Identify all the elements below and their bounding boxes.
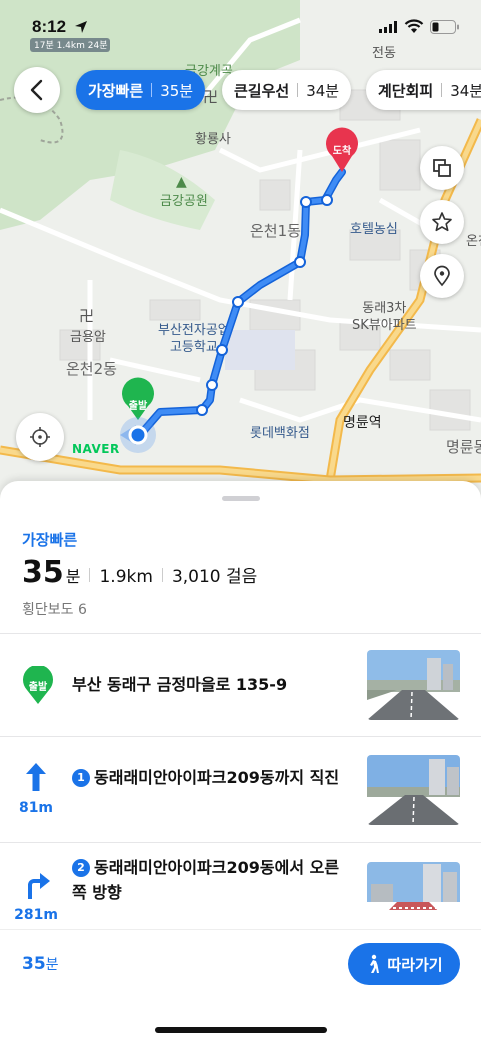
bottom-duration-unit: 분: [45, 957, 59, 973]
tab-fastest[interactable]: 가장빠른 35분: [76, 70, 206, 110]
steps-value: 3,010 걸음: [171, 567, 258, 587]
tab-main-road[interactable]: 큰길우선 34분: [222, 70, 352, 110]
step-distance: 281m: [14, 907, 58, 923]
step-distance: 81m: [18, 800, 54, 816]
start-marker-label: 출발: [28, 682, 48, 693]
start-pin-label: 출발: [128, 401, 148, 412]
route-sheet[interactable]: 가장빠른 35 분 1.9km 3,010 걸음 횡단보도 6 출발 부산 동래…: [0, 481, 481, 1040]
street-view-thumbnail[interactable]: [367, 755, 460, 825]
arrow-up-icon: [26, 763, 46, 791]
tab-avoid-stairs[interactable]: 계단회피 34분: [366, 70, 481, 110]
step-number: 1: [72, 768, 90, 787]
follow-button[interactable]: 따라가기: [348, 943, 460, 985]
tab-label: 계단회피: [378, 81, 434, 100]
distance-value: 1.9km: [99, 567, 153, 587]
bottom-duration: 35분: [22, 954, 59, 974]
home-indicator: [155, 1027, 327, 1033]
route-type: 가장빠른: [22, 531, 78, 549]
sheet-handle[interactable]: [222, 496, 260, 501]
start-address: 부산 동래구 금정마을로 135-9: [72, 675, 288, 694]
step-number: 2: [72, 858, 90, 877]
destination-pin-label: 도착: [332, 146, 352, 157]
signal-icon: [379, 21, 397, 33]
status-bar: 8:12: [0, 0, 481, 52]
map-view[interactable]: 17분 1.4km 24분 금강계곡 卍 황룡사 ▲ 금강공원 온천1동 호텔농…: [0, 0, 481, 500]
favorite-button[interactable]: [420, 200, 464, 244]
list-item[interactable]: 출발 부산 동래구 금정마을로 135-9: [0, 634, 481, 736]
follow-label: 따라가기: [387, 955, 443, 974]
wifi-icon: [404, 19, 424, 33]
tab-time: 34분: [306, 81, 340, 100]
tab-label: 큰길우선: [234, 81, 290, 100]
list-item[interactable]: 281m 2 동래래미안아이파크209동에서 오른쪽 방향: [0, 843, 481, 929]
place-button[interactable]: [420, 254, 464, 298]
chevron-left-icon: [30, 79, 43, 101]
bottom-duration-value: 35: [22, 954, 46, 974]
street-view-thumbnail[interactable]: [367, 862, 460, 910]
step-text: 2 동래래미안아이파크209동에서 오른쪽 방향: [72, 855, 352, 905]
crosswalk-count: 횡단보도 6: [22, 602, 87, 618]
list-item[interactable]: 81m 1 동래래미안아이파크209동까지 직진: [0, 737, 481, 842]
tab-time: 35분: [160, 81, 194, 100]
crosshair-icon: [30, 427, 50, 447]
street-view-thumbnail[interactable]: [367, 650, 460, 720]
duration-value: 35: [22, 555, 64, 590]
walking-icon: [370, 954, 380, 973]
bottom-bar: 35분 따라가기: [0, 929, 481, 1040]
layers-icon: [433, 159, 451, 177]
turn-right-icon: [28, 873, 50, 899]
my-location-button[interactable]: [16, 413, 64, 461]
naver-logo: NAVER: [72, 442, 120, 456]
step-instruction: 동래래미안아이파크209동에서 오른쪽 방향: [72, 858, 340, 902]
tab-label: 가장빠른: [88, 81, 144, 100]
location-pin-icon: [434, 265, 450, 287]
back-button[interactable]: [14, 67, 60, 113]
duration-unit: 분: [65, 567, 81, 586]
location-arrow-icon: [75, 21, 87, 33]
status-time: 8:12: [32, 17, 67, 36]
step-instruction: 동래래미안아이파크209동까지 직진: [94, 768, 340, 787]
star-icon: [432, 212, 452, 232]
route-summary: 35 분 1.9km 3,010 걸음: [22, 555, 257, 590]
layers-button[interactable]: [420, 146, 464, 190]
step-text: 1 동래래미안아이파크209동까지 직진: [72, 765, 352, 790]
tab-time: 34분: [450, 81, 481, 100]
battery-icon: [430, 20, 459, 34]
